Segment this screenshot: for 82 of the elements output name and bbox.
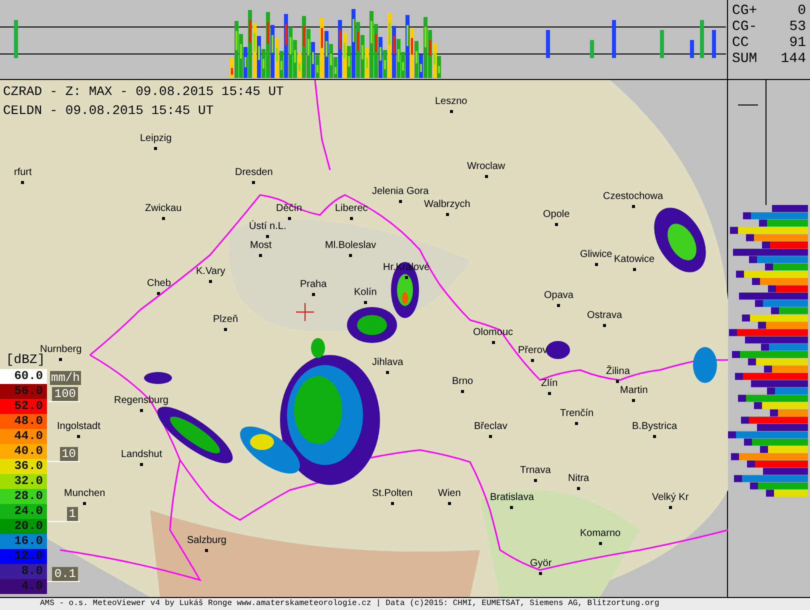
legend-swatch: 32.0: [0, 474, 47, 489]
city-label: Wien: [438, 488, 461, 500]
rate-mark-label: 100: [52, 387, 78, 401]
city-label: Velký Kr: [652, 492, 689, 504]
radar-echo: [144, 372, 172, 384]
city-label: Zwickau: [145, 203, 182, 215]
city-label: Opole: [543, 209, 570, 221]
city-label: Zlín: [541, 378, 558, 390]
city-label: Gliwice: [580, 249, 612, 261]
city-label: Brno: [452, 376, 474, 388]
count-value: 144: [780, 51, 806, 67]
legend-swatch: 16.0: [0, 534, 47, 549]
radar-echo: [546, 341, 570, 359]
city-label: Opava: [544, 290, 574, 302]
rate-mark-label: 10: [60, 447, 78, 461]
city-label: Martin: [620, 385, 648, 397]
city-label: St.Polten: [372, 488, 413, 500]
city-label: Dresden: [235, 167, 273, 179]
city-label: Most: [250, 240, 272, 252]
city-label: Jelenia Gora: [372, 186, 429, 198]
radar-echo: [654, 208, 706, 272]
city-label: Žilina: [606, 366, 630, 378]
unit-label: [dBZ]: [6, 352, 46, 367]
rate-unit-label: mm/h: [50, 371, 81, 385]
city-label: Leszno: [435, 96, 468, 108]
city-label: Bratislava: [490, 492, 534, 504]
legend-swatch: 8.0: [0, 564, 47, 579]
crosshair-icon: [296, 302, 314, 322]
count-label: CC: [732, 35, 749, 51]
city-label: Salzburg: [187, 535, 226, 547]
city-label: Nurnberg: [40, 344, 82, 355]
legend-swatch: 20.0: [0, 519, 47, 534]
legend-swatch: 28.0: [0, 489, 47, 504]
legend-swatch: 56.0: [0, 384, 47, 399]
radar-echo: [693, 347, 717, 383]
city-label: Ústí n.L.: [249, 221, 286, 233]
legend-swatch: 12.0: [0, 549, 47, 564]
city-label: Munchen: [64, 488, 106, 500]
city-label: Ingolstadt: [57, 421, 100, 433]
legend-swatch: 48.0: [0, 414, 47, 429]
city-label: Czestochowa: [603, 191, 664, 203]
city-label: Walbrzych: [424, 199, 470, 211]
city-label: Kolín: [354, 287, 377, 299]
count-value: 53: [789, 19, 806, 35]
city-label: Wroclaw: [467, 161, 506, 173]
legend-swatch: 4.0: [0, 579, 47, 594]
city-label: Komarno: [580, 528, 621, 540]
radar-product-title: CZRAD - Z: MAX - 09.08.2015 15:45 UT: [3, 83, 284, 101]
count-value: 91: [789, 35, 806, 51]
legend-swatch: 52.0: [0, 399, 47, 414]
city-label: Ostrava: [587, 310, 622, 322]
legend-swatch: 44.0: [0, 429, 47, 444]
city-label: B.Bystrica: [632, 421, 678, 433]
city-label: Plzeň: [213, 314, 238, 326]
rate-mark-label: 0.1: [52, 567, 78, 581]
legend-swatch: 60.0: [0, 369, 47, 384]
city-label: Liberec: [335, 203, 368, 215]
legend-swatch: 36.0: [0, 459, 47, 474]
city-label: Břeclav: [474, 421, 508, 433]
legend-swatch: 24.0: [0, 504, 47, 519]
lightning-product-title: CELDN - 09.08.2015 15:45 UT: [3, 102, 215, 120]
city-label: K.Vary: [196, 266, 226, 278]
rate-mark-label: 1: [66, 507, 78, 521]
city-label: Leipzig: [140, 133, 172, 145]
city-label: Trenčín: [560, 408, 594, 420]
city-label: Praha: [300, 279, 327, 291]
city-label: Györ: [530, 558, 552, 570]
city-label: rfurt: [14, 167, 32, 179]
city-label: Nitra: [568, 473, 590, 485]
city-label: Landshut: [121, 449, 162, 461]
city-label: Trnava: [520, 465, 551, 477]
city-label: Katowice: [614, 254, 655, 266]
city-label: Jihlava: [372, 357, 404, 369]
count-label: SUM: [732, 51, 758, 67]
city-label: Cheb: [147, 278, 171, 290]
count-label: CG-: [732, 19, 758, 35]
legend-swatch: 40.0: [0, 444, 47, 459]
city-label: Ml.Boleslav: [325, 240, 376, 252]
count-label: CG+: [732, 3, 758, 19]
city-label: Děčín: [276, 203, 302, 215]
credits-footer: AMS - o.s. MeteoViewer v4 by Lukáš Ronge www.amaterskameteorologie.cz | Data (c)2015: CHMI, EUMETSAT, Siemens AG, Blitzortung.org: [0, 597, 810, 610]
count-value: 0: [798, 3, 806, 19]
